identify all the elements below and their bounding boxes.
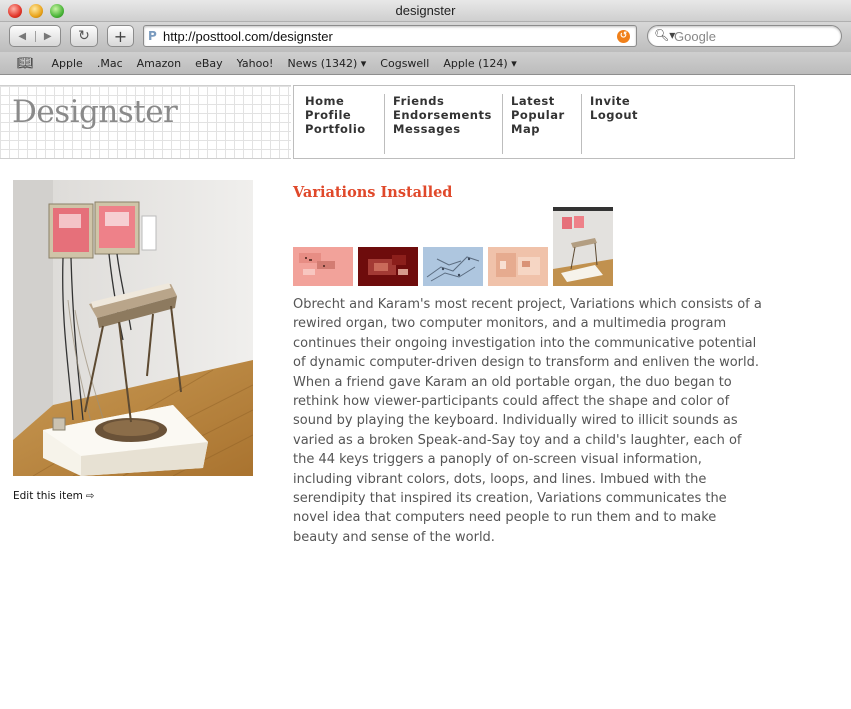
window-titlebar: designster <box>0 0 851 22</box>
installation-photo <box>13 180 253 476</box>
address-bar[interactable]: P http://posttool.com/designster ↺ <box>143 25 637 47</box>
site-logo[interactable]: Designster <box>12 94 178 130</box>
site-favicon-icon: P <box>148 29 157 43</box>
bookmark-cogswell[interactable]: Cogswell <box>380 57 429 70</box>
bookmark-apple[interactable]: Apple <box>52 57 83 70</box>
snapback-icon[interactable]: ↺ <box>617 30 630 43</box>
add-bookmark-button[interactable]: + <box>107 25 134 47</box>
thumbnail-3-image <box>423 247 483 286</box>
nav-link-profile[interactable]: Profile <box>305 108 366 122</box>
forward-button[interactable]: ▶ <box>34 30 61 42</box>
nav-link-messages[interactable]: Messages <box>393 122 492 136</box>
main-item-photo <box>13 180 253 476</box>
nav-column-3: Latest Popular Map <box>502 94 565 154</box>
nav-link-map[interactable]: Map <box>511 122 565 136</box>
nav-link-popular[interactable]: Popular <box>511 108 565 122</box>
thumbnail-3[interactable] <box>423 247 483 286</box>
bookmark-mac[interactable]: .Mac <box>97 57 123 70</box>
search-icon[interactable]: 🔍︎▾ <box>654 28 675 42</box>
arrow-right-icon: ⇨ <box>85 491 95 502</box>
item-title: Variations Installed <box>293 184 453 201</box>
thumbnail-2[interactable] <box>358 247 418 286</box>
thumbnail-2-image <box>358 247 418 286</box>
bookmark-apple-folder[interactable]: Apple (124) ▾ <box>443 57 516 70</box>
nav-column-1: Home Profile Portfolio <box>305 94 366 154</box>
bookmark-amazon[interactable]: Amazon <box>137 57 181 70</box>
nav-link-home[interactable]: Home <box>305 94 366 108</box>
nav-link-invite[interactable]: Invite <box>590 94 638 108</box>
thumbnail-1-image <box>293 247 353 286</box>
nav-column-2: Friends Endorsements Messages <box>384 94 492 154</box>
site-logo-area[interactable]: Designster <box>0 85 291 159</box>
nav-link-portfolio[interactable]: Portfolio <box>305 122 366 136</box>
window-title: designster <box>395 3 456 18</box>
nav-link-endorsements[interactable]: Endorsements <box>393 108 492 122</box>
thumbnail-4[interactable] <box>488 247 548 286</box>
thumbnail-5-selected[interactable] <box>553 207 613 286</box>
reload-button[interactable]: ↻ <box>70 25 98 47</box>
bookmarks-bar: 📖︎ Apple .Mac Amazon eBay Yahoo! News (1… <box>0 52 851 75</box>
site-navigation: Home Profile Portfolio Friends Endorseme… <box>293 85 795 159</box>
thumbnail-5-image <box>553 207 613 286</box>
bookmark-yahoo[interactable]: Yahoo! <box>237 57 274 70</box>
search-input[interactable] <box>674 27 834 45</box>
bookmark-ebay[interactable]: eBay <box>195 57 223 70</box>
thumbnail-1[interactable] <box>293 247 353 286</box>
address-bar-url[interactable]: http://posttool.com/designster <box>163 29 333 44</box>
nav-column-4: Invite Logout <box>581 94 638 154</box>
nav-link-friends[interactable]: Friends <box>393 94 492 108</box>
nav-link-latest[interactable]: Latest <box>511 94 565 108</box>
bookmarks-book-icon[interactable]: 📖︎ <box>17 56 34 71</box>
web-page: Designster Home Profile Portfolio Friend… <box>0 76 851 709</box>
item-description: Obrecht and Karam's most recent project,… <box>293 297 762 545</box>
back-forward-group: ◀ ▶ <box>9 25 61 47</box>
edit-item-link[interactable]: Edit this item ⇨ <box>13 490 94 502</box>
thumbnail-4-image <box>488 247 548 286</box>
bookmark-news[interactable]: News (1342) ▾ <box>287 57 366 70</box>
nav-link-logout[interactable]: Logout <box>590 108 638 122</box>
browser-toolbar: ◀ ▶ ↻ + P http://posttool.com/designster… <box>0 22 851 52</box>
edit-item-label[interactable]: Edit this item <box>13 490 83 502</box>
search-field[interactable]: 🔍︎▾ <box>647 25 842 47</box>
back-button[interactable]: ◀ <box>10 31 35 42</box>
